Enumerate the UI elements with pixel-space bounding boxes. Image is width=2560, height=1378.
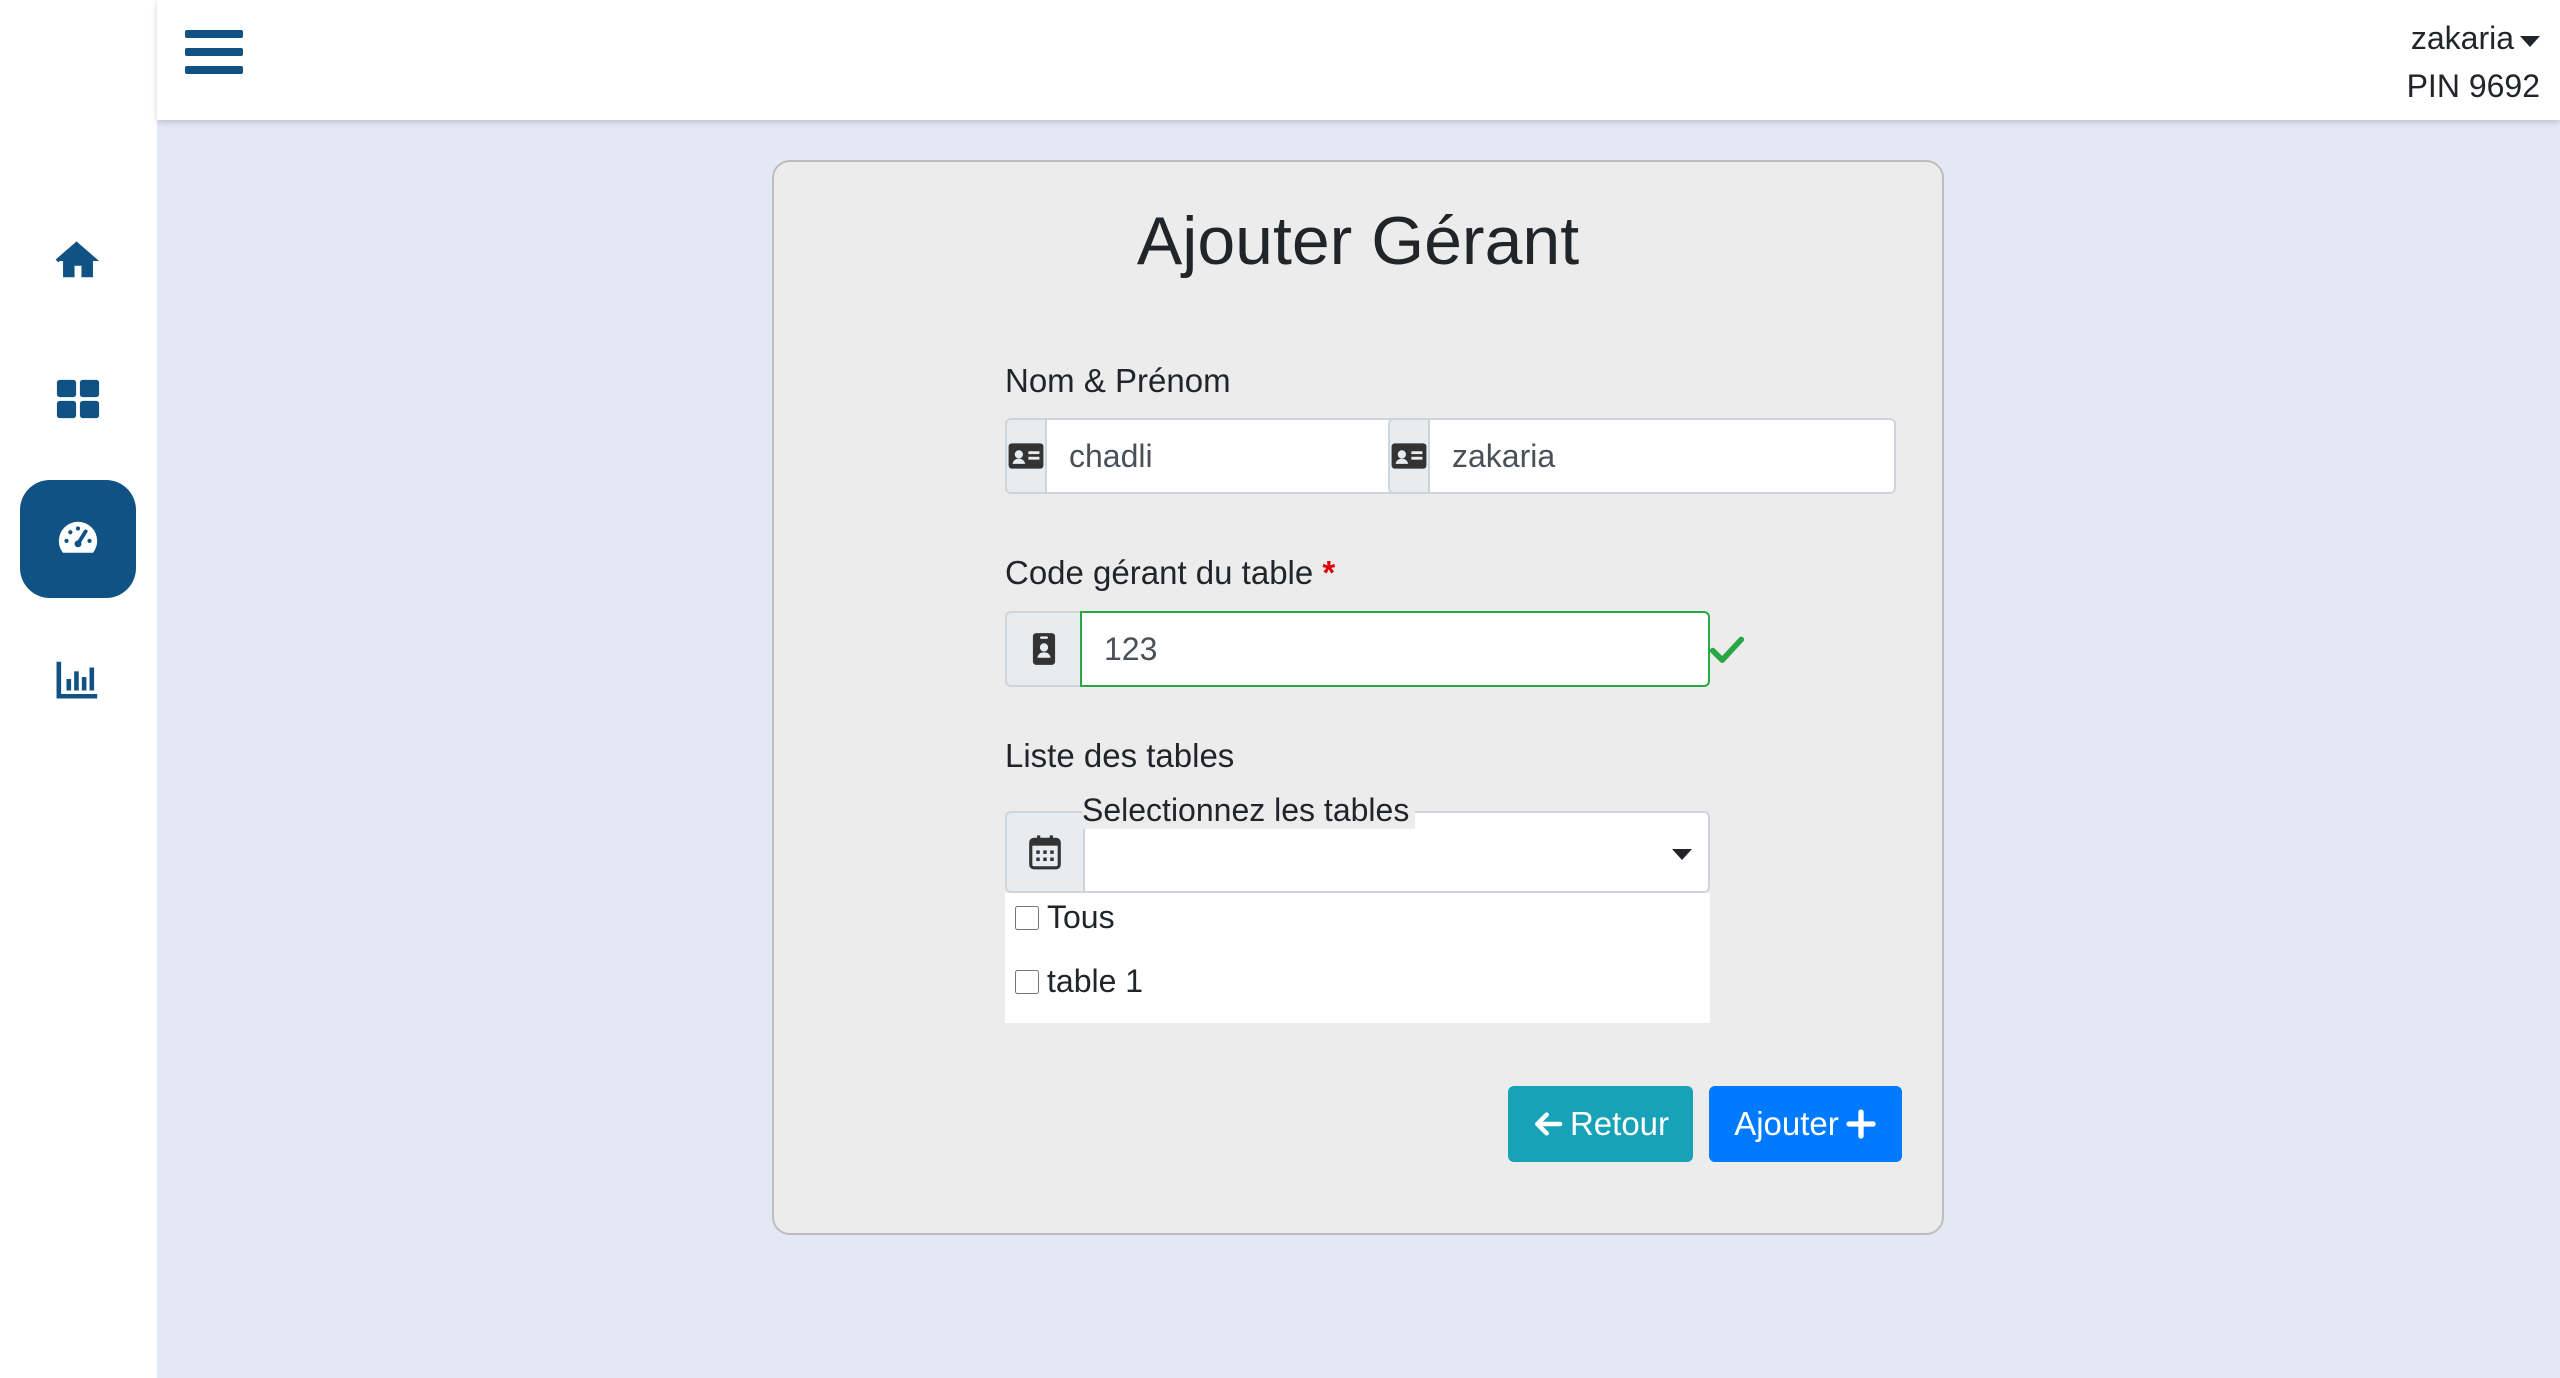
valid-check-icon — [1709, 636, 1745, 663]
user-name: zakaria — [2410, 20, 2514, 56]
caret-down-icon — [2520, 35, 2540, 47]
checkbox-table-1[interactable] — [1015, 969, 1039, 994]
sidebar — [0, 0, 157, 1378]
hamburger-menu-icon[interactable] — [185, 30, 243, 82]
user-menu: zakaria PIN 9692 — [2407, 14, 2540, 110]
calendar-icon — [1005, 811, 1083, 893]
option-tous[interactable]: Tous — [1015, 899, 1115, 936]
sidebar-item-grid[interactable] — [20, 340, 136, 458]
option-table-1[interactable]: table 1 — [1015, 963, 1143, 1000]
sidebar-item-home[interactable] — [20, 201, 136, 319]
code-input[interactable] — [1080, 611, 1710, 687]
grid-icon — [56, 379, 100, 419]
back-button[interactable]: Retour — [1508, 1086, 1693, 1162]
required-mark: * — [1322, 554, 1336, 591]
tables-dropdown-list: Tous table 1 — [1005, 893, 1710, 1023]
code-label: Code gérant du table * — [1005, 554, 1335, 592]
arrow-left-icon — [1535, 1112, 1563, 1136]
user-dropdown-toggle[interactable]: zakaria — [2411, 14, 2540, 62]
dashboard-gauge-icon — [58, 521, 98, 553]
first-name-input[interactable] — [1428, 418, 1896, 494]
add-manager-card: Ajouter Gérant — [772, 160, 1944, 1235]
tables-label: Liste des tables — [1005, 737, 1235, 774]
id-card-icon — [1388, 418, 1428, 494]
name-label: Nom & Prénom — [1005, 362, 1231, 399]
caret-down-icon — [1672, 849, 1692, 860]
topbar: zakaria PIN 9692 — [157, 0, 2560, 120]
option-label: table 1 — [1047, 963, 1144, 999]
back-button-label: Retour — [1569, 1105, 1670, 1142]
home-icon — [55, 241, 100, 278]
bar-chart-icon — [56, 661, 98, 699]
option-label: Tous — [1047, 899, 1115, 935]
page-title: Ajouter Gérant — [1136, 203, 1580, 279]
last-name-group — [1005, 418, 1513, 494]
id-badge-icon — [1005, 611, 1080, 687]
first-name-group — [1388, 418, 1896, 494]
sidebar-item-reports[interactable] — [20, 620, 136, 738]
plus-icon — [1846, 1109, 1876, 1139]
code-label-text: Code gérant du table — [1005, 554, 1314, 591]
user-pin: PIN 9692 — [2406, 68, 2540, 104]
sidebar-item-dashboard[interactable] — [20, 480, 136, 598]
tables-placeholder: Selectionnez les tables — [1082, 792, 1416, 829]
code-group — [1005, 611, 1710, 687]
checkbox-tous[interactable] — [1015, 905, 1039, 930]
add-button-label: Ajouter — [1734, 1105, 1839, 1142]
id-card-icon — [1005, 418, 1045, 494]
add-button[interactable]: Ajouter — [1709, 1086, 1902, 1162]
